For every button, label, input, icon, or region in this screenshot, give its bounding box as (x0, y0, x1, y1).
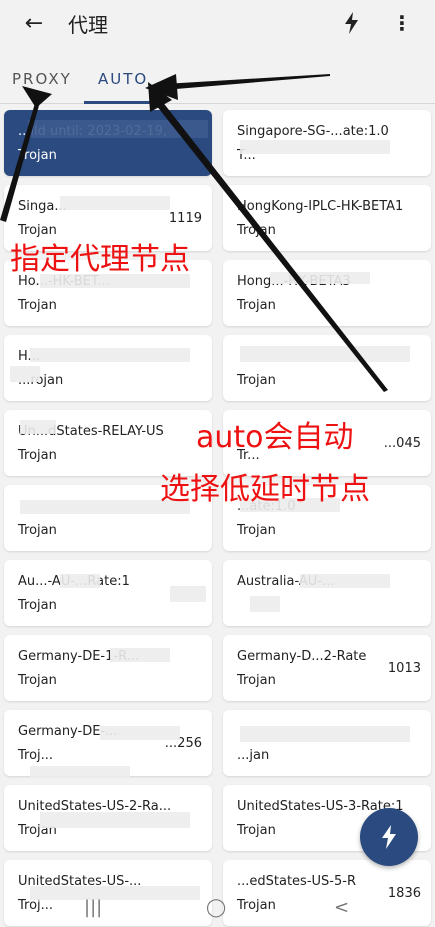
back-button[interactable]: < (334, 897, 349, 918)
tab-bar: PROXY AUTO (0, 60, 435, 104)
redaction-mask (240, 726, 410, 742)
redaction-mask (30, 348, 190, 362)
more-vert-icon[interactable]: ⋮ (392, 10, 412, 36)
proxy-card[interactable]: ...jan (223, 710, 431, 776)
recents-button[interactable]: ||| (84, 897, 102, 918)
proxy-name: HongKong-IPLC-HK-BETA1 (237, 199, 404, 214)
redaction-mask (40, 812, 190, 828)
tab-proxy[interactable]: PROXY (12, 70, 72, 88)
proxy-type: Trojan (18, 448, 57, 463)
page-title: 代理 (68, 13, 108, 37)
redaction-mask (250, 596, 280, 612)
proxy-type: Trojan (18, 598, 57, 613)
proxy-type: Trojan (237, 523, 276, 538)
annotation-left: 指定代理节点 (10, 242, 190, 277)
proxy-type: ...jan (237, 748, 270, 763)
redaction-mask (30, 766, 130, 778)
redaction-mask (240, 140, 390, 154)
home-button[interactable]: ◯ (206, 897, 226, 918)
lightning-icon[interactable] (340, 10, 364, 36)
fab-test-delay-button[interactable] (360, 808, 418, 866)
redaction-mask (240, 346, 410, 362)
proxy-type: Trojan (237, 373, 276, 388)
redaction-mask (170, 586, 206, 602)
tab-auto[interactable]: AUTO (98, 70, 148, 88)
system-nav-bar: ||| ◯ < (0, 895, 435, 927)
proxy-card[interactable]: Australia-AU-... (223, 560, 431, 626)
proxy-delay: 1119 (168, 211, 202, 226)
redaction-mask (10, 366, 40, 382)
proxy-type: Trojan (237, 673, 276, 688)
annotation-right-line1: auto会自动 (196, 420, 354, 455)
redaction-mask (60, 574, 100, 588)
proxy-card[interactable]: Trojan (223, 335, 431, 401)
app-bar: ← 代理 ⋮ (0, 0, 435, 48)
proxy-type: Trojan (237, 223, 276, 238)
proxy-delay: ...045 (383, 436, 421, 451)
proxy-type: Trojan (237, 823, 276, 838)
proxy-card[interactable]: Hong...-HK-BETA3Trojan (223, 260, 431, 326)
redaction-mask (270, 272, 370, 284)
proxy-card[interactable]: Germany-DE-1-R... Trojan (4, 635, 212, 701)
proxy-type: Trojan (18, 298, 57, 313)
proxy-name: Singapore-SG-...ate:1.0 (237, 124, 389, 139)
redaction-mask (60, 196, 170, 210)
proxy-type: Trojan (18, 148, 57, 163)
proxy-card[interactable]: HongKong-IPLC-HK-BETA1 Trojan (223, 185, 431, 251)
lightning-icon (382, 825, 396, 849)
proxy-card[interactable]: Germany-D...2-Rate Trojan 1013 (223, 635, 431, 701)
redaction-mask (20, 420, 56, 434)
proxy-type: Trojan (18, 523, 57, 538)
tab-indicator (84, 101, 152, 104)
redaction-mask (110, 648, 170, 662)
redaction-mask (100, 726, 180, 740)
proxy-name: Germany-DE-1-R... (18, 649, 140, 664)
annotation-right-line2: 选择低延时节点 (160, 472, 370, 507)
redaction-mask (300, 574, 390, 588)
proxy-type: Trojan (237, 298, 276, 313)
proxy-delay: 1013 (387, 661, 421, 676)
arrow-left-icon[interactable]: ← (20, 10, 48, 38)
proxy-type: Troj... (18, 748, 54, 763)
redaction-mask (28, 120, 208, 138)
proxy-type: Trojan (18, 673, 57, 688)
